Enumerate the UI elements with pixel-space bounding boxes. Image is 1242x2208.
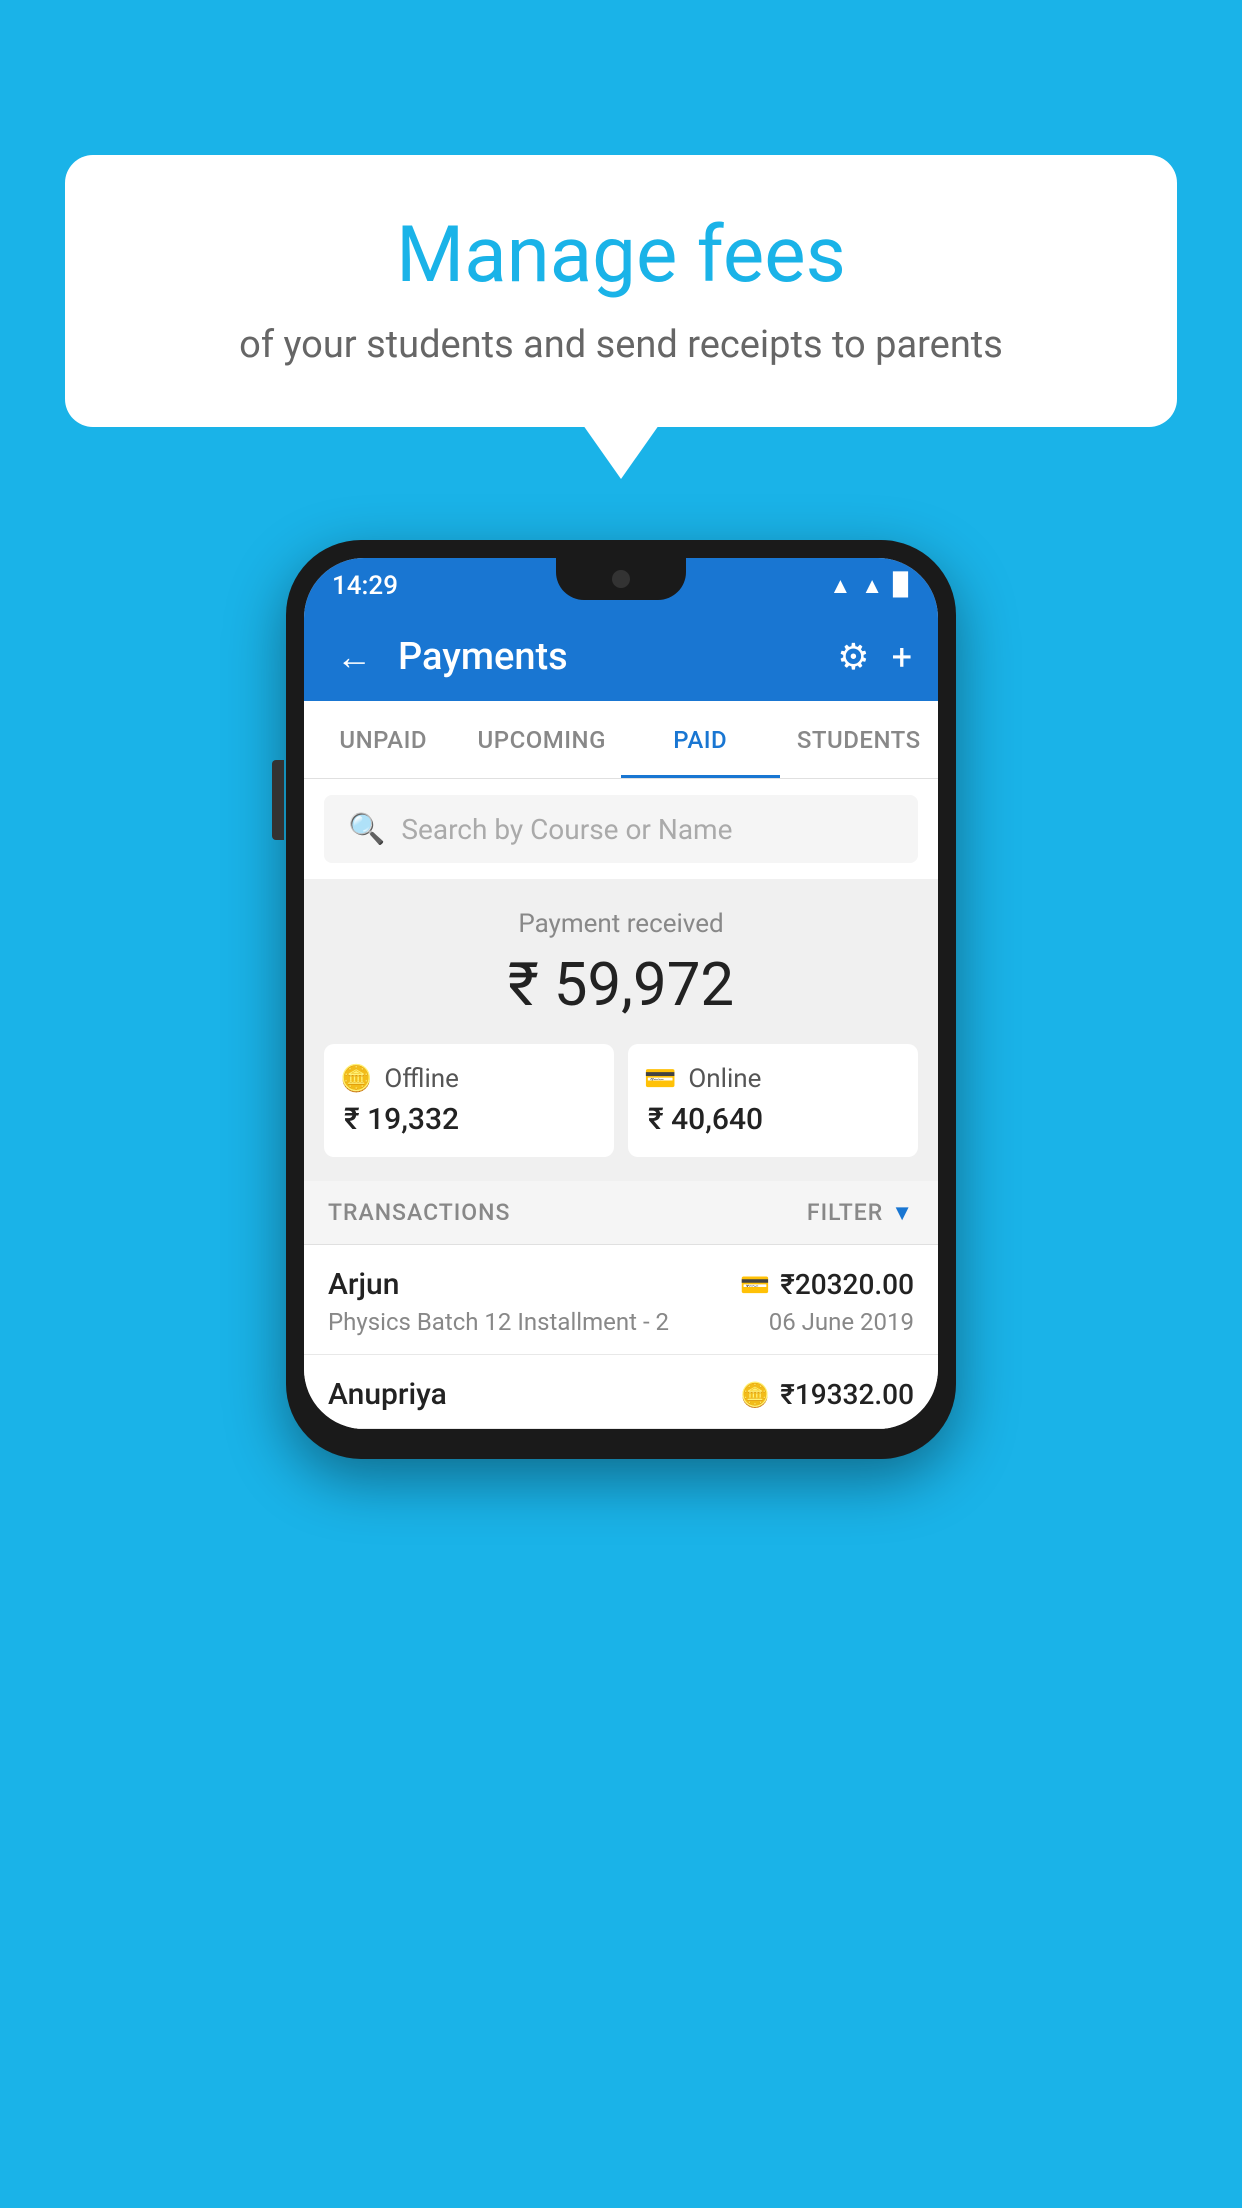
back-button[interactable]: ←: [330, 630, 378, 684]
payment-amount: ₹ 59,972: [324, 949, 918, 1020]
app-bar-icons: ⚙ +: [837, 636, 912, 678]
app-title: Payments: [398, 635, 817, 679]
notch-camera: [612, 570, 630, 588]
search-bar[interactable]: 🔍 Search by Course or Name: [324, 795, 918, 863]
payment-cards: 🪙 Offline ₹ 19,332 💳 Online ₹ 40,640: [324, 1044, 918, 1157]
tab-unpaid[interactable]: UNPAID: [304, 701, 463, 778]
settings-button[interactable]: ⚙: [837, 636, 869, 678]
transaction-name-2: Anupriya: [328, 1377, 447, 1412]
filter-label: FILTER: [807, 1199, 883, 1226]
status-time: 14:29: [332, 571, 398, 601]
tab-students[interactable]: STUDENTS: [780, 701, 939, 778]
filter-button[interactable]: FILTER ▼: [807, 1199, 914, 1226]
app-bar: ← Payments ⚙ +: [304, 613, 938, 701]
transaction-bottom: Physics Batch 12 Installment - 2 06 June…: [328, 1308, 914, 1336]
notch: [556, 558, 686, 600]
online-card-header: 💳 Online: [644, 1064, 761, 1094]
status-icons: ▲ ▲ ▉: [830, 573, 910, 599]
phone-screen: 14:29 ▲ ▲ ▉ ← Payments ⚙ +: [304, 558, 938, 1429]
transaction-amount-2: ₹19332.00: [780, 1378, 914, 1411]
transactions-header: TRANSACTIONS FILTER ▼: [304, 1181, 938, 1245]
transaction-top: Arjun 💳 ₹20320.00: [328, 1267, 914, 1302]
online-label: Online: [688, 1064, 761, 1094]
offline-amount: ₹ 19,332: [340, 1102, 459, 1137]
offline-card-header: 🪙 Offline: [340, 1064, 459, 1094]
cash-icon: 🪙: [340, 1064, 372, 1094]
speech-bubble: Manage fees of your students and send re…: [65, 155, 1177, 427]
online-amount: ₹ 40,640: [644, 1102, 763, 1137]
signal-icon: ▲: [861, 573, 883, 599]
transaction-card-icon: 💳: [740, 1271, 770, 1299]
online-card: 💳 Online ₹ 40,640: [628, 1044, 918, 1157]
offline-card: 🪙 Offline ₹ 19,332: [324, 1044, 614, 1157]
payment-summary: Payment received ₹ 59,972 🪙 Offline ₹ 19…: [304, 879, 938, 1181]
transaction-top-2: Anupriya 🪙 ₹19332.00: [328, 1377, 914, 1412]
transaction-row-anupriya[interactable]: Anupriya 🪙 ₹19332.00: [304, 1355, 938, 1429]
card-icon: 💳: [644, 1064, 676, 1094]
search-placeholder-text: Search by Course or Name: [401, 813, 732, 846]
transaction-name: Arjun: [328, 1267, 399, 1302]
transaction-amount: ₹20320.00: [780, 1268, 914, 1301]
battery-icon: ▉: [893, 573, 910, 598]
bubble-title: Manage fees: [125, 210, 1117, 301]
transaction-cash-icon: 🪙: [740, 1381, 770, 1409]
offline-label: Offline: [384, 1064, 459, 1094]
add-button[interactable]: +: [892, 636, 912, 678]
search-container: 🔍 Search by Course or Name: [304, 779, 938, 879]
tab-paid[interactable]: PAID: [621, 701, 780, 778]
transaction-amount-wrap-2: 🪙 ₹19332.00: [740, 1378, 914, 1411]
phone-wrapper: 14:29 ▲ ▲ ▉ ← Payments ⚙ +: [286, 540, 956, 1459]
transaction-description: Physics Batch 12 Installment - 2: [328, 1308, 669, 1336]
transactions-label: TRANSACTIONS: [328, 1199, 510, 1226]
transaction-row-arjun[interactable]: Arjun 💳 ₹20320.00 Physics Batch 12 Insta…: [304, 1245, 938, 1355]
payment-label: Payment received: [324, 909, 918, 939]
speech-bubble-container: Manage fees of your students and send re…: [65, 155, 1177, 427]
transaction-amount-wrap: 💳 ₹20320.00: [740, 1268, 914, 1301]
phone-device: 14:29 ▲ ▲ ▉ ← Payments ⚙ +: [286, 540, 956, 1459]
tab-upcoming[interactable]: UPCOMING: [463, 701, 622, 778]
tabs: UNPAID UPCOMING PAID STUDENTS: [304, 701, 938, 779]
filter-icon: ▼: [891, 1200, 914, 1226]
transaction-date: 06 June 2019: [769, 1308, 914, 1336]
bubble-subtitle: of your students and send receipts to pa…: [125, 323, 1117, 367]
wifi-icon: ▲: [830, 573, 852, 599]
search-icon: 🔍: [348, 812, 385, 847]
status-bar: 14:29 ▲ ▲ ▉: [304, 558, 938, 613]
